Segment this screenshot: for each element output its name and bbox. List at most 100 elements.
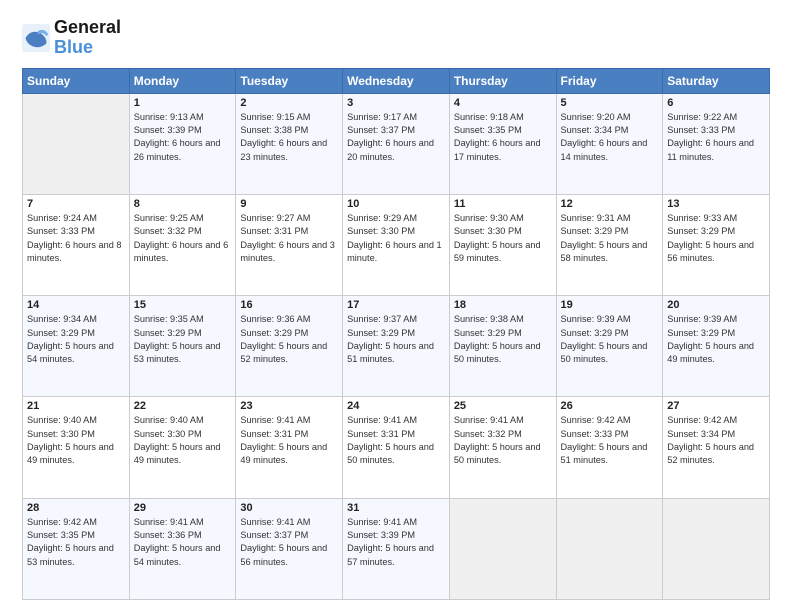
- calendar-cell: 11 Sunrise: 9:30 AM Sunset: 3:30 PM Dayli…: [449, 194, 556, 295]
- calendar-cell: 19 Sunrise: 9:39 AM Sunset: 3:29 PM Dayli…: [556, 296, 663, 397]
- calendar-cell: 27Sunrise: 9:42 AM Sunset: 3:34 PM Dayli…: [663, 397, 770, 498]
- cell-info: Sunrise: 9:35 AM Sunset: 3:29 PM Dayligh…: [134, 313, 232, 366]
- day-number: 20: [667, 299, 765, 311]
- header: General Blue: [22, 18, 770, 58]
- cell-info: Sunrise: 9:24 AM Sunset: 3:33 PM Dayligh…: [27, 212, 125, 265]
- weekday-header-monday: Monday: [129, 68, 236, 93]
- calendar-week-4: 28Sunrise: 9:42 AM Sunset: 3:35 PM Dayli…: [23, 498, 770, 599]
- calendar-cell: 23 Sunrise: 9:41 AM Sunset: 3:31 PM Dayli…: [236, 397, 343, 498]
- cell-info: Sunrise: 9:34 AM Sunset: 3:29 PM Dayligh…: [27, 313, 125, 366]
- calendar-cell: 7 Sunrise: 9:24 AM Sunset: 3:33 PM Daylig…: [23, 194, 130, 295]
- calendar-cell: 4Sunrise: 9:18 AM Sunset: 3:35 PM Daylig…: [449, 93, 556, 194]
- logo-line2: Blue: [54, 38, 121, 58]
- day-number: 24: [347, 400, 445, 412]
- day-number: 1: [134, 97, 232, 109]
- calendar-cell: 10Sunrise: 9:29 AM Sunset: 3:30 PM Dayli…: [343, 194, 450, 295]
- calendar-cell: [556, 498, 663, 599]
- day-number: 12: [561, 198, 659, 210]
- day-number: 29: [134, 502, 232, 514]
- day-number: 7: [27, 198, 125, 210]
- calendar-cell: 3 Sunrise: 9:17 AM Sunset: 3:37 PM Daylig…: [343, 93, 450, 194]
- calendar-cell: 31Sunrise: 9:41 AM Sunset: 3:39 PM Dayli…: [343, 498, 450, 599]
- weekday-header-saturday: Saturday: [663, 68, 770, 93]
- day-number: 4: [454, 97, 552, 109]
- calendar-cell: 29 Sunrise: 9:41 AM Sunset: 3:36 PM Dayli…: [129, 498, 236, 599]
- calendar-cell: 12 Sunrise: 9:31 AM Sunset: 3:29 PM Dayli…: [556, 194, 663, 295]
- day-number: 25: [454, 400, 552, 412]
- logo-line1: General: [54, 18, 121, 38]
- cell-info: Sunrise: 9:15 AM Sunset: 3:38 PM Dayligh…: [240, 111, 338, 164]
- day-number: 26: [561, 400, 659, 412]
- calendar-cell: 24 Sunrise: 9:41 AM Sunset: 3:31 PM Dayli…: [343, 397, 450, 498]
- cell-info: Sunrise: 9:41 AM Sunset: 3:37 PM Dayligh…: [240, 516, 338, 569]
- cell-info: Sunrise: 9:41 AM Sunset: 3:36 PM Dayligh…: [134, 516, 232, 569]
- calendar-cell: 30 Sunrise: 9:41 AM Sunset: 3:37 PM Dayli…: [236, 498, 343, 599]
- cell-info: Sunrise: 9:42 AM Sunset: 3:35 PM Dayligh…: [27, 516, 125, 569]
- day-number: 3: [347, 97, 445, 109]
- day-number: 10: [347, 198, 445, 210]
- day-number: 9: [240, 198, 338, 210]
- cell-info: Sunrise: 9:25 AM Sunset: 3:32 PM Dayligh…: [134, 212, 232, 265]
- calendar-cell: [449, 498, 556, 599]
- cell-info: Sunrise: 9:40 AM Sunset: 3:30 PM Dayligh…: [134, 414, 232, 467]
- logo-icon: [22, 24, 50, 52]
- cell-info: Sunrise: 9:39 AM Sunset: 3:29 PM Dayligh…: [561, 313, 659, 366]
- calendar-header: SundayMondayTuesdayWednesdayThursdayFrid…: [23, 68, 770, 93]
- weekday-header-tuesday: Tuesday: [236, 68, 343, 93]
- day-number: 15: [134, 299, 232, 311]
- day-number: 27: [667, 400, 765, 412]
- day-number: 30: [240, 502, 338, 514]
- calendar-week-3: 21 Sunrise: 9:40 AM Sunset: 3:30 PM Dayli…: [23, 397, 770, 498]
- calendar: SundayMondayTuesdayWednesdayThursdayFrid…: [22, 68, 770, 600]
- cell-info: Sunrise: 9:27 AM Sunset: 3:31 PM Dayligh…: [240, 212, 338, 265]
- calendar-week-1: 7 Sunrise: 9:24 AM Sunset: 3:33 PM Daylig…: [23, 194, 770, 295]
- weekday-header-friday: Friday: [556, 68, 663, 93]
- day-number: 8: [134, 198, 232, 210]
- day-number: 22: [134, 400, 232, 412]
- day-number: 18: [454, 299, 552, 311]
- cell-info: Sunrise: 9:13 AM Sunset: 3:39 PM Dayligh…: [134, 111, 232, 164]
- cell-info: Sunrise: 9:41 AM Sunset: 3:31 PM Dayligh…: [347, 414, 445, 467]
- cell-info: Sunrise: 9:42 AM Sunset: 3:33 PM Dayligh…: [561, 414, 659, 467]
- calendar-cell: 9 Sunrise: 9:27 AM Sunset: 3:31 PM Daylig…: [236, 194, 343, 295]
- calendar-cell: 5 Sunrise: 9:20 AM Sunset: 3:34 PM Daylig…: [556, 93, 663, 194]
- calendar-cell: [23, 93, 130, 194]
- calendar-cell: 8 Sunrise: 9:25 AM Sunset: 3:32 PM Daylig…: [129, 194, 236, 295]
- calendar-cell: 25Sunrise: 9:41 AM Sunset: 3:32 PM Dayli…: [449, 397, 556, 498]
- weekday-header-row: SundayMondayTuesdayWednesdayThursdayFrid…: [23, 68, 770, 93]
- cell-info: Sunrise: 9:38 AM Sunset: 3:29 PM Dayligh…: [454, 313, 552, 366]
- cell-info: Sunrise: 9:20 AM Sunset: 3:34 PM Dayligh…: [561, 111, 659, 164]
- cell-info: Sunrise: 9:33 AM Sunset: 3:29 PM Dayligh…: [667, 212, 765, 265]
- weekday-header-thursday: Thursday: [449, 68, 556, 93]
- calendar-cell: 6Sunrise: 9:22 AM Sunset: 3:33 PM Daylig…: [663, 93, 770, 194]
- cell-info: Sunrise: 9:39 AM Sunset: 3:29 PM Dayligh…: [667, 313, 765, 366]
- day-number: 23: [240, 400, 338, 412]
- cell-info: Sunrise: 9:17 AM Sunset: 3:37 PM Dayligh…: [347, 111, 445, 164]
- calendar-cell: 17Sunrise: 9:37 AM Sunset: 3:29 PM Dayli…: [343, 296, 450, 397]
- calendar-cell: 22 Sunrise: 9:40 AM Sunset: 3:30 PM Dayli…: [129, 397, 236, 498]
- day-number: 11: [454, 198, 552, 210]
- calendar-cell: [663, 498, 770, 599]
- day-number: 31: [347, 502, 445, 514]
- cell-info: Sunrise: 9:31 AM Sunset: 3:29 PM Dayligh…: [561, 212, 659, 265]
- day-number: 19: [561, 299, 659, 311]
- weekday-header-wednesday: Wednesday: [343, 68, 450, 93]
- calendar-cell: 28Sunrise: 9:42 AM Sunset: 3:35 PM Dayli…: [23, 498, 130, 599]
- calendar-cell: 20 Sunrise: 9:39 AM Sunset: 3:29 PM Dayli…: [663, 296, 770, 397]
- calendar-cell: 14Sunrise: 9:34 AM Sunset: 3:29 PM Dayli…: [23, 296, 130, 397]
- calendar-cell: 2 Sunrise: 9:15 AM Sunset: 3:38 PM Daylig…: [236, 93, 343, 194]
- day-number: 5: [561, 97, 659, 109]
- cell-info: Sunrise: 9:41 AM Sunset: 3:31 PM Dayligh…: [240, 414, 338, 467]
- calendar-week-2: 14Sunrise: 9:34 AM Sunset: 3:29 PM Dayli…: [23, 296, 770, 397]
- weekday-header-sunday: Sunday: [23, 68, 130, 93]
- calendar-cell: 18 Sunrise: 9:38 AM Sunset: 3:29 PM Dayli…: [449, 296, 556, 397]
- day-number: 17: [347, 299, 445, 311]
- calendar-cell: 15 Sunrise: 9:35 AM Sunset: 3:29 PM Dayli…: [129, 296, 236, 397]
- calendar-body: 1 Sunrise: 9:13 AM Sunset: 3:39 PM Daylig…: [23, 93, 770, 599]
- cell-info: Sunrise: 9:40 AM Sunset: 3:30 PM Dayligh…: [27, 414, 125, 467]
- day-number: 21: [27, 400, 125, 412]
- calendar-cell: 1 Sunrise: 9:13 AM Sunset: 3:39 PM Daylig…: [129, 93, 236, 194]
- day-number: 2: [240, 97, 338, 109]
- cell-info: Sunrise: 9:30 AM Sunset: 3:30 PM Dayligh…: [454, 212, 552, 265]
- calendar-cell: 21 Sunrise: 9:40 AM Sunset: 3:30 PM Dayli…: [23, 397, 130, 498]
